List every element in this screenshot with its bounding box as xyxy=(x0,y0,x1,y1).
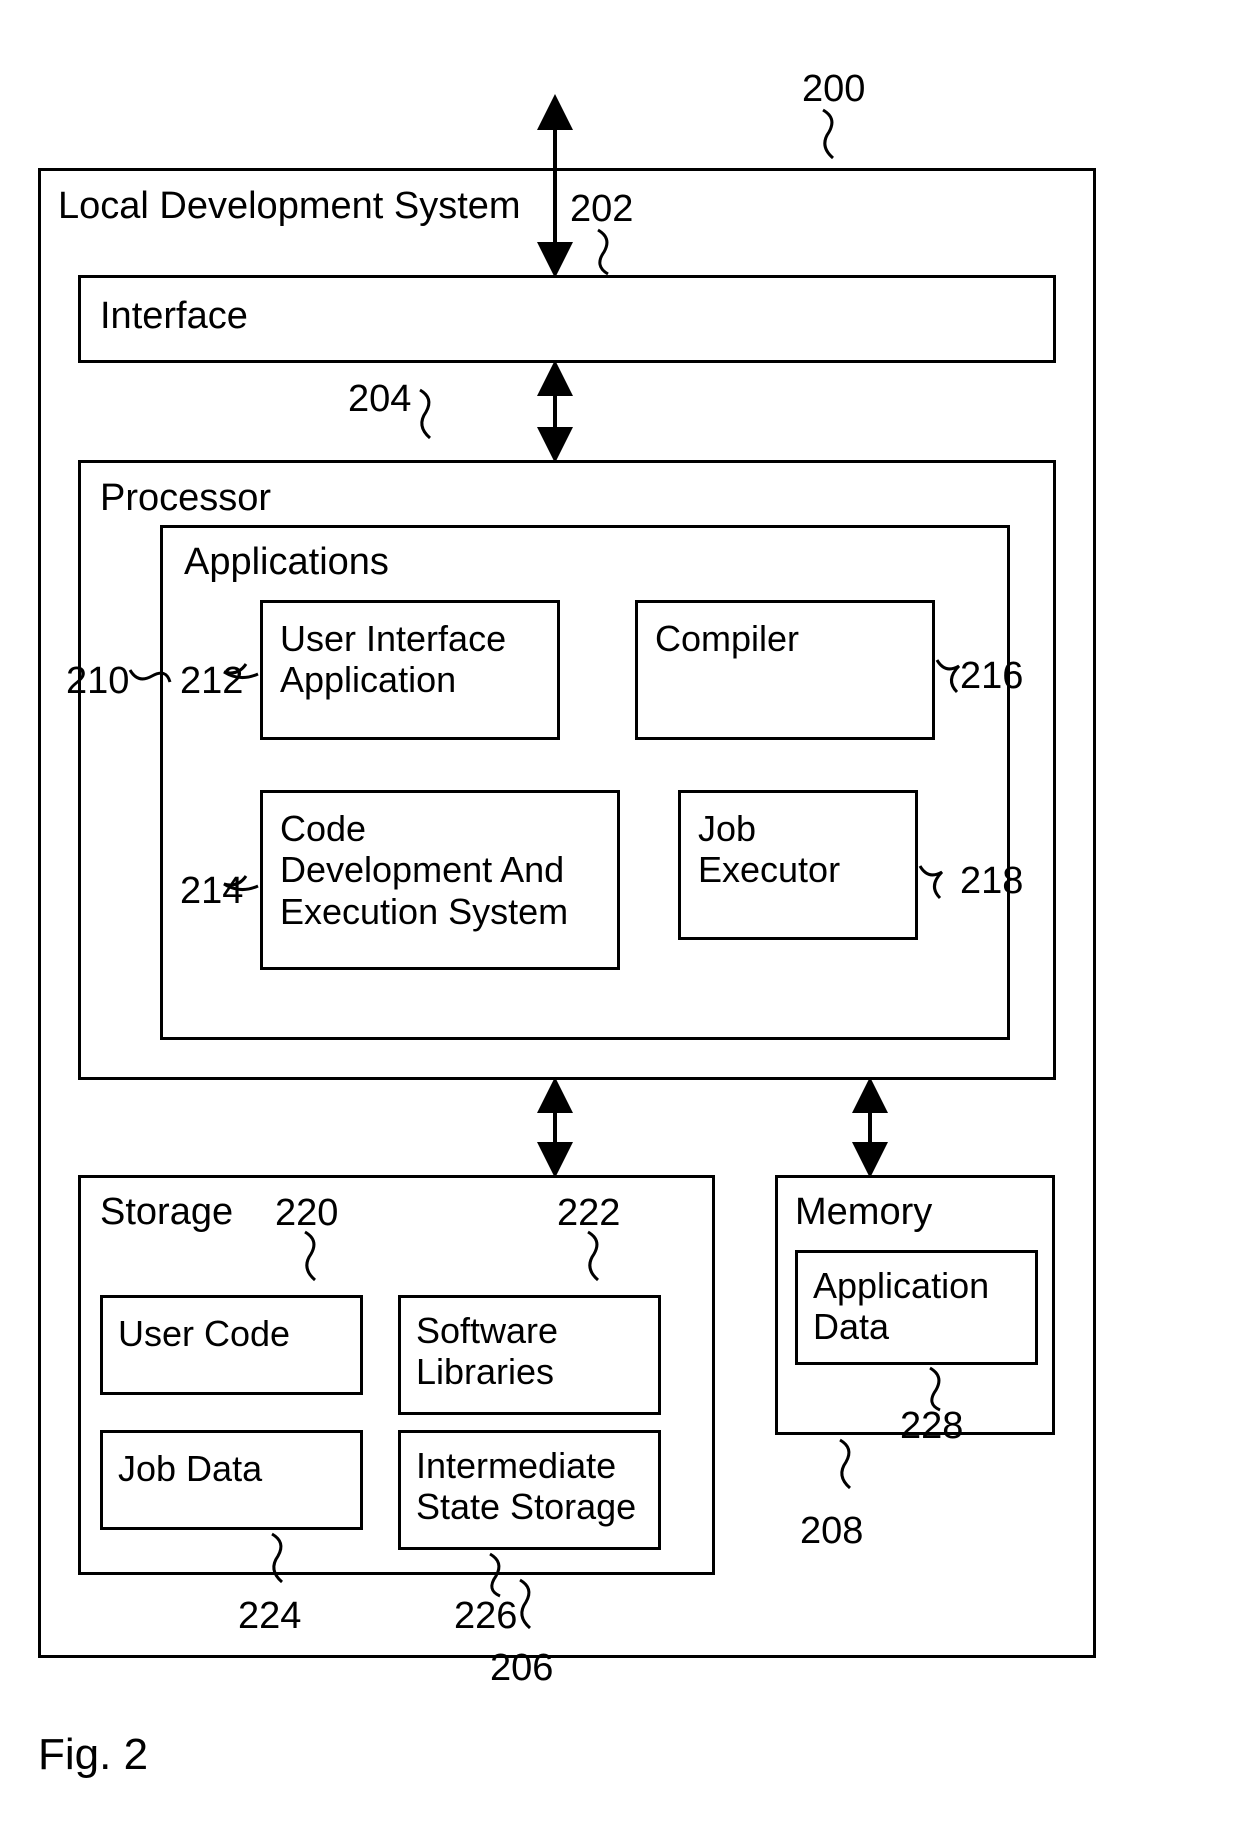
label-application-data: Application Data xyxy=(813,1265,989,1348)
label-ui-application: User Interface Application xyxy=(280,618,506,701)
figure-label: Fig. 2 xyxy=(38,1730,148,1780)
label-job-executor: Job Executor xyxy=(698,808,840,891)
label-applications: Applications xyxy=(184,542,389,584)
ref-222: 222 xyxy=(557,1192,620,1235)
label-compiler: Compiler xyxy=(655,618,799,659)
label-interface: Interface xyxy=(100,296,248,338)
label-local-development-system: Local Development System xyxy=(58,186,521,228)
label-intermediate-state: Intermediate State Storage xyxy=(416,1445,636,1528)
label-memory: Memory xyxy=(795,1192,932,1234)
ref-206: 206 xyxy=(490,1647,553,1690)
label-software-libraries: Software Libraries xyxy=(416,1310,558,1393)
ref-226: 226 xyxy=(454,1595,517,1638)
ref-216: 216 xyxy=(960,655,1023,698)
label-user-code: User Code xyxy=(118,1313,290,1354)
ref-224: 224 xyxy=(238,1595,301,1638)
label-processor: Processor xyxy=(100,478,271,520)
ref-210: 210 xyxy=(66,660,129,703)
label-storage: Storage xyxy=(100,1192,233,1234)
ref-228: 228 xyxy=(900,1405,963,1448)
ref-218: 218 xyxy=(960,860,1023,903)
label-job-data: Job Data xyxy=(118,1448,262,1489)
ref-200: 200 xyxy=(802,68,865,111)
ref-204: 204 xyxy=(348,378,411,421)
label-code-dev: Code Development And Execution System xyxy=(280,808,568,932)
ref-208: 208 xyxy=(800,1510,863,1553)
diagram-page: Local Development System Interface Proce… xyxy=(0,0,1240,1823)
ref-220: 220 xyxy=(275,1192,338,1235)
ref-212: 212 xyxy=(180,660,243,703)
ref-202: 202 xyxy=(570,188,633,231)
ref-214: 214 xyxy=(180,870,243,913)
